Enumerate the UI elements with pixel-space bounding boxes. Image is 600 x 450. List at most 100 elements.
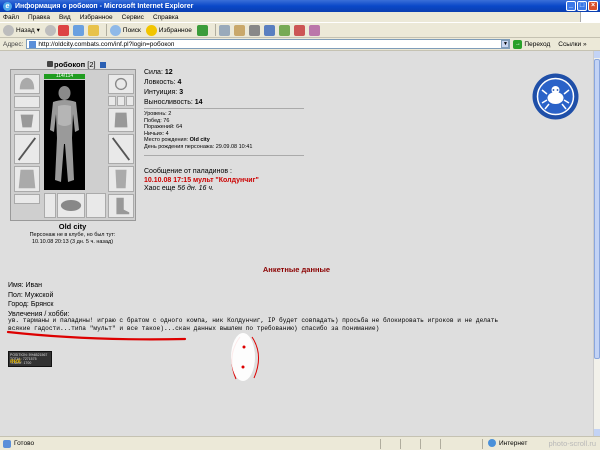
window-titlebar: e Информация о робокоп - Microsoft Inter…: [0, 0, 600, 12]
vertical-scrollbar[interactable]: [593, 51, 600, 436]
mail-icon[interactable]: [233, 24, 245, 36]
windows-logo-icon: [580, 12, 600, 22]
stop-icon[interactable]: [57, 24, 69, 36]
stat-row: Интуиция: 3: [144, 88, 203, 98]
white-face-shape: [231, 333, 255, 381]
maximize-button[interactable]: □: [577, 1, 587, 11]
chaos-line: Хаос еще 56 дн. 16 ч.: [144, 185, 259, 194]
discuss-icon[interactable]: [278, 24, 290, 36]
alignment-icon: [47, 61, 53, 67]
favorites-button[interactable]: Избранное: [145, 24, 192, 36]
internet-globe-icon: [488, 439, 496, 447]
ie-logo-icon: e: [3, 1, 12, 11]
bottom-slot-left[interactable]: [44, 193, 56, 218]
earring-slot[interactable]: [14, 96, 40, 108]
address-input[interactable]: http://oldcity.combats.com/inf.pl?login=…: [26, 39, 511, 49]
edit-icon[interactable]: [263, 24, 275, 36]
back-button[interactable]: Назад ▾: [3, 24, 40, 36]
stat-row: Сила: 12: [144, 68, 203, 78]
go-button[interactable]: → Переход: [513, 39, 551, 49]
menu-tools[interactable]: Сервис: [122, 14, 144, 21]
home-icon[interactable]: [87, 24, 99, 36]
red-face-outline: [231, 336, 259, 380]
bracer-slot[interactable]: [14, 110, 40, 132]
ring3-slot[interactable]: [126, 96, 134, 106]
weapon-left-slot[interactable]: [14, 134, 40, 164]
hp-bar: 114/114: [44, 74, 85, 79]
page-done-icon: [3, 439, 11, 448]
media-icon[interactable]: [196, 24, 208, 36]
red-dot: [242, 345, 246, 349]
shield-slot[interactable]: [57, 193, 85, 218]
favorites-star-icon: [145, 24, 157, 36]
print-icon[interactable]: [248, 24, 260, 36]
counter-badge[interactable]: POSITION: 5%6521567 TOTAL: 7271575 TODAY…: [8, 351, 52, 367]
ring2-slot[interactable]: [117, 96, 125, 106]
hobby-text: ув. тарманы и паладины! играю с братом с…: [8, 317, 583, 333]
menu-edit[interactable]: Правка: [28, 14, 50, 21]
info-icon[interactable]: [99, 62, 106, 69]
character-login: робокоп: [54, 60, 86, 69]
minimize-button[interactable]: _: [566, 1, 576, 11]
page-icon: [29, 40, 37, 48]
helmet-slot[interactable]: [14, 74, 40, 94]
refresh-icon[interactable]: [72, 24, 84, 36]
belt-slot[interactable]: [14, 194, 40, 204]
status-text: Готово: [14, 440, 35, 447]
close-button[interactable]: ×: [588, 1, 598, 11]
counter-brand: moi: [10, 359, 21, 365]
favorites-label: Избранное: [158, 26, 192, 34]
address-dropdown-icon[interactable]: ▼: [501, 40, 510, 48]
search-button[interactable]: Поиск: [109, 24, 141, 36]
clan-emblem-icon: [532, 73, 579, 120]
gloves-slot[interactable]: [108, 108, 134, 132]
profile-gender: Пол: Мужской: [8, 291, 54, 299]
links-label: Ссылки: [558, 40, 582, 48]
go-label: Переход: [524, 40, 551, 48]
ring1-slot[interactable]: [108, 96, 116, 106]
links-button[interactable]: Ссылки »: [558, 41, 586, 48]
scroll-up-icon[interactable]: [594, 51, 600, 58]
address-bar: Адрес: http://oldcity.combats.com/inf.pl…: [0, 38, 600, 51]
club-note-line-1: Персонаж не в клубе, но был тут:: [29, 232, 116, 238]
stat-value: 3: [179, 89, 184, 96]
bottom-slot-right[interactable]: [86, 193, 106, 218]
character-level: [2]: [87, 60, 96, 69]
weapon-right-slot[interactable]: [108, 134, 134, 164]
window-controls: _ □ ×: [566, 1, 598, 11]
history-icon[interactable]: [218, 24, 230, 36]
window-title: Информация о робокоп - Microsoft Interne…: [15, 2, 194, 10]
stat-label: Ловкость:: [144, 79, 176, 86]
armor-slot[interactable]: [14, 166, 40, 192]
back-dropdown-icon[interactable]: ▾: [37, 26, 40, 34]
paladin-header: Сообщение от паладинов :: [144, 168, 232, 175]
stat-row: Ловкость: 4: [144, 78, 203, 88]
messenger-icon[interactable]: [293, 24, 305, 36]
character-extra-info: Уровень: 2 Побед: 76 Поражений: 64 Ничьи…: [144, 111, 252, 150]
stat-value: 14: [194, 99, 203, 106]
extra-tool-icon[interactable]: [308, 24, 320, 36]
address-url: http://oldcity.combats.com/inf.pl?login=…: [38, 40, 175, 48]
character-city: Old city: [58, 222, 87, 231]
security-zone: Интернет: [488, 439, 527, 447]
scroll-thumb[interactable]: [594, 59, 600, 359]
search-icon: [109, 24, 121, 36]
forward-arrow-icon[interactable]: [44, 24, 56, 36]
scroll-down-icon[interactable]: [594, 429, 600, 436]
menu-help[interactable]: Справка: [153, 14, 179, 21]
menu-favorites[interactable]: Избранное: [80, 14, 113, 21]
boots-slot[interactable]: [108, 194, 134, 218]
birthday-line: День рождения персонажа: 29.09.08 10:41: [144, 143, 253, 150]
menu-view[interactable]: Вид: [59, 14, 71, 21]
red-underline: [6, 330, 187, 341]
back-arrow-icon: [3, 24, 14, 36]
stat-label: Сила:: [144, 69, 163, 76]
amulet-slot[interactable]: [108, 74, 134, 94]
toolbar-separator: [105, 24, 107, 36]
toolbar: Назад ▾ Поиск Избранное: [0, 22, 600, 38]
go-arrow-icon: →: [513, 39, 523, 49]
menu-file[interactable]: Файл: [3, 14, 19, 21]
status-separator: [380, 439, 381, 449]
profile-fields: Имя: Иван Пол: Мужской Город: Брянск Увл…: [8, 281, 70, 319]
legs-slot[interactable]: [108, 166, 134, 192]
